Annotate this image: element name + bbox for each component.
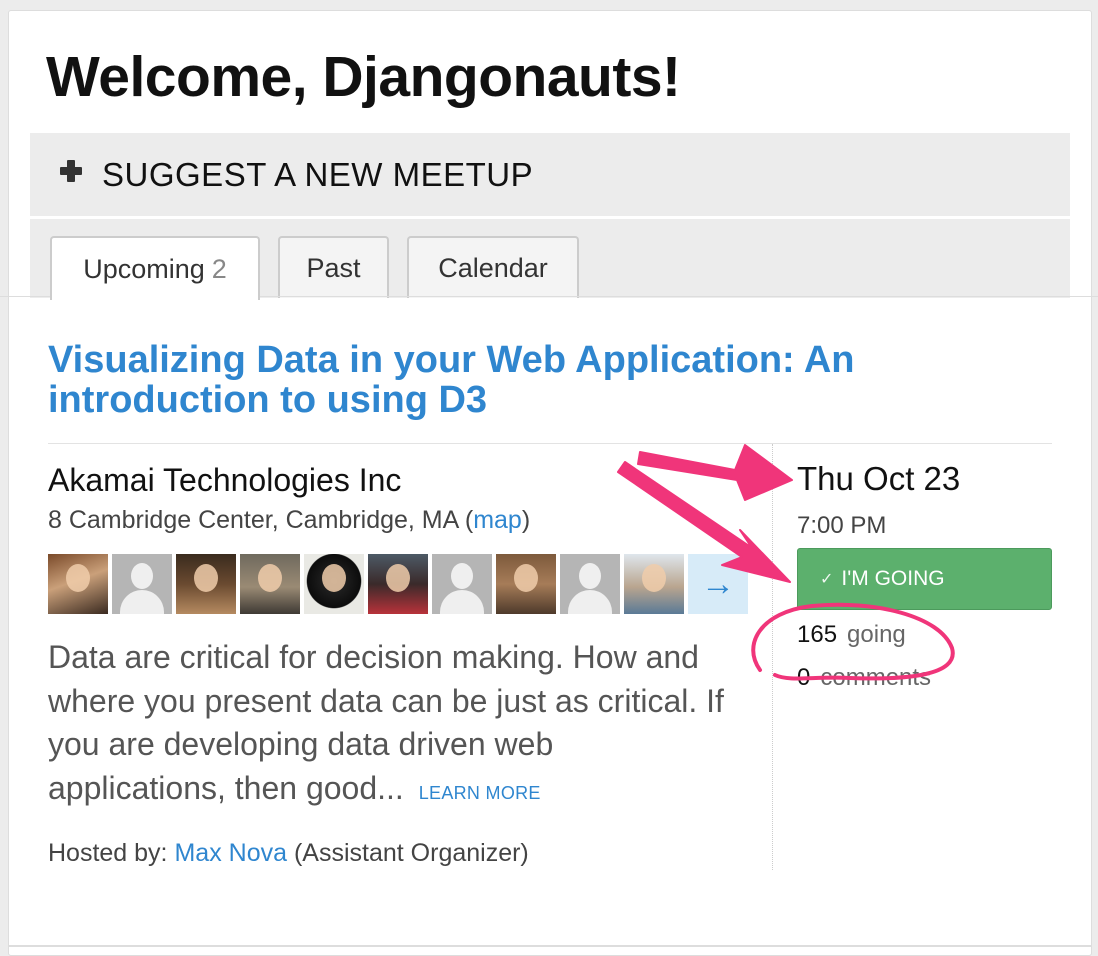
- suggest-meetup-label: SUGGEST A NEW MEETUP: [102, 155, 534, 193]
- host-role: (Assistant Organizer): [293, 839, 529, 867]
- avatar[interactable]: [560, 554, 620, 614]
- event-tabs: Upcoming 2 Past Calendar: [30, 219, 1070, 300]
- hosted-by-prefix: Hosted by:: [48, 839, 168, 867]
- attendee-avatars: →: [48, 554, 748, 614]
- tab-calendar-label: Calendar: [438, 252, 548, 283]
- column-divider: [772, 444, 773, 870]
- rsvp-going-button[interactable]: ✓ I'M GOING: [797, 548, 1052, 610]
- avatar[interactable]: [624, 554, 684, 614]
- plus-icon: [60, 159, 82, 182]
- event-divider: [48, 443, 1052, 444]
- rsvp-label: I'M GOING: [841, 567, 945, 590]
- avatar[interactable]: [112, 554, 172, 614]
- avatar[interactable]: [304, 554, 364, 614]
- venue-address-text: 8 Cambridge Center, Cambridge, MA: [48, 506, 458, 534]
- avatar[interactable]: [176, 554, 236, 614]
- avatar[interactable]: [240, 554, 300, 614]
- avatar[interactable]: [368, 554, 428, 614]
- arrow-right-icon[interactable]: →: [688, 554, 748, 614]
- comments-count-number: 0: [797, 664, 811, 691]
- comments-count-label: comments: [820, 664, 932, 691]
- event-title-link[interactable]: Visualizing Data in your Web Application…: [48, 340, 978, 420]
- tab-upcoming[interactable]: Upcoming 2: [50, 236, 260, 300]
- avatar[interactable]: [496, 554, 556, 614]
- avatar[interactable]: [432, 554, 492, 614]
- page-title: Welcome, Djangonauts!: [46, 45, 681, 109]
- card-bottom-divider: [9, 945, 1091, 947]
- comments-count[interactable]: 0 comments: [797, 664, 931, 692]
- check-icon: ✓: [820, 571, 834, 588]
- venue-address: 8 Cambridge Center, Cambridge, MA (map): [48, 506, 531, 534]
- event-time: 7:00 PM: [797, 512, 887, 539]
- learn-more-link[interactable]: LEARN MORE: [419, 783, 541, 803]
- attendee-count-label: going: [847, 621, 906, 648]
- suggest-meetup-button[interactable]: SUGGEST A NEW MEETUP: [30, 133, 1070, 216]
- event-date: Thu Oct 23: [797, 460, 961, 497]
- hosted-by: Hosted by: Max Nova (Assistant Organizer…: [48, 839, 529, 868]
- tab-past[interactable]: Past: [278, 236, 389, 298]
- attendee-count[interactable]: 165 going: [797, 621, 906, 649]
- venue-name: Akamai Technologies Inc: [48, 462, 402, 498]
- event-description-text: Data are critical for decision making. H…: [48, 639, 724, 806]
- tab-calendar[interactable]: Calendar: [407, 236, 579, 298]
- host-name-link[interactable]: Max Nova: [174, 839, 287, 867]
- attendee-count-number: 165: [797, 621, 838, 648]
- map-link[interactable]: map: [473, 506, 522, 534]
- event-description: Data are critical for decision making. H…: [48, 636, 728, 815]
- tab-upcoming-count: 2: [211, 253, 227, 284]
- tab-upcoming-label: Upcoming: [83, 253, 205, 284]
- avatar[interactable]: [48, 554, 108, 614]
- tab-past-label: Past: [306, 252, 361, 283]
